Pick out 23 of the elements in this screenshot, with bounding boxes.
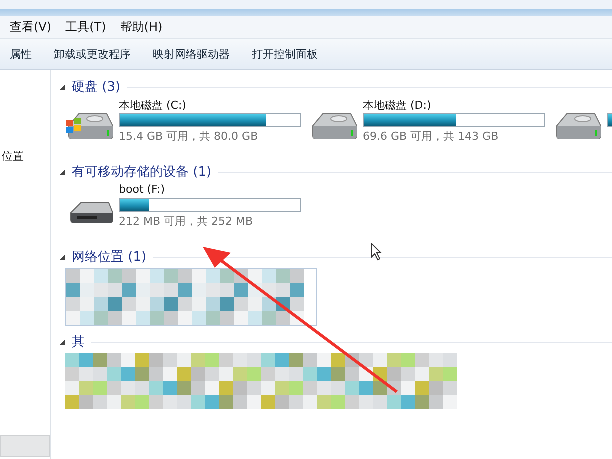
group-heading[interactable]: 其 <box>72 333 85 351</box>
menu-item[interactable]: 帮助(H) <box>120 18 163 36</box>
mouse-cursor-icon <box>371 243 383 261</box>
drive-name[interactable]: 本地磁盘 (D:) <box>363 98 545 113</box>
group-heading[interactable]: 有可移动存储的设备 (1) <box>72 163 212 181</box>
free-space-text: 212 MB 可用，共 252 MB <box>119 214 254 229</box>
toolbar-button[interactable]: 卸载或更改程序 <box>54 46 131 62</box>
drive-name[interactable]: 本地磁盘 (C:) <box>119 98 301 113</box>
collapse-icon[interactable] <box>59 254 66 260</box>
toolbar-button[interactable]: 打开控制面板 <box>252 46 318 62</box>
group-heading[interactable]: 硬盘 (3) <box>72 78 121 96</box>
group-heading[interactable]: 网络位置 (1) <box>72 248 147 266</box>
free-space-text: 69.6 GB 可用，共 143 GB <box>363 129 500 144</box>
free-space-text: 15.4 GB 可用，共 80.0 GB <box>119 129 260 144</box>
toolbar-button[interactable]: 属性 <box>10 46 32 62</box>
drive-name[interactable]: boot (F:) <box>119 183 301 198</box>
nav-item[interactable]: 位置 <box>0 149 50 164</box>
collapse-icon[interactable] <box>59 338 66 346</box>
toolbar-button[interactable]: 映射网络驱动器 <box>153 46 230 62</box>
collapse-icon[interactable] <box>59 84 66 90</box>
menu-item[interactable]: 查看(V) <box>10 18 52 36</box>
collapse-icon[interactable] <box>59 168 66 176</box>
menu-item[interactable]: 工具(T) <box>66 18 106 36</box>
